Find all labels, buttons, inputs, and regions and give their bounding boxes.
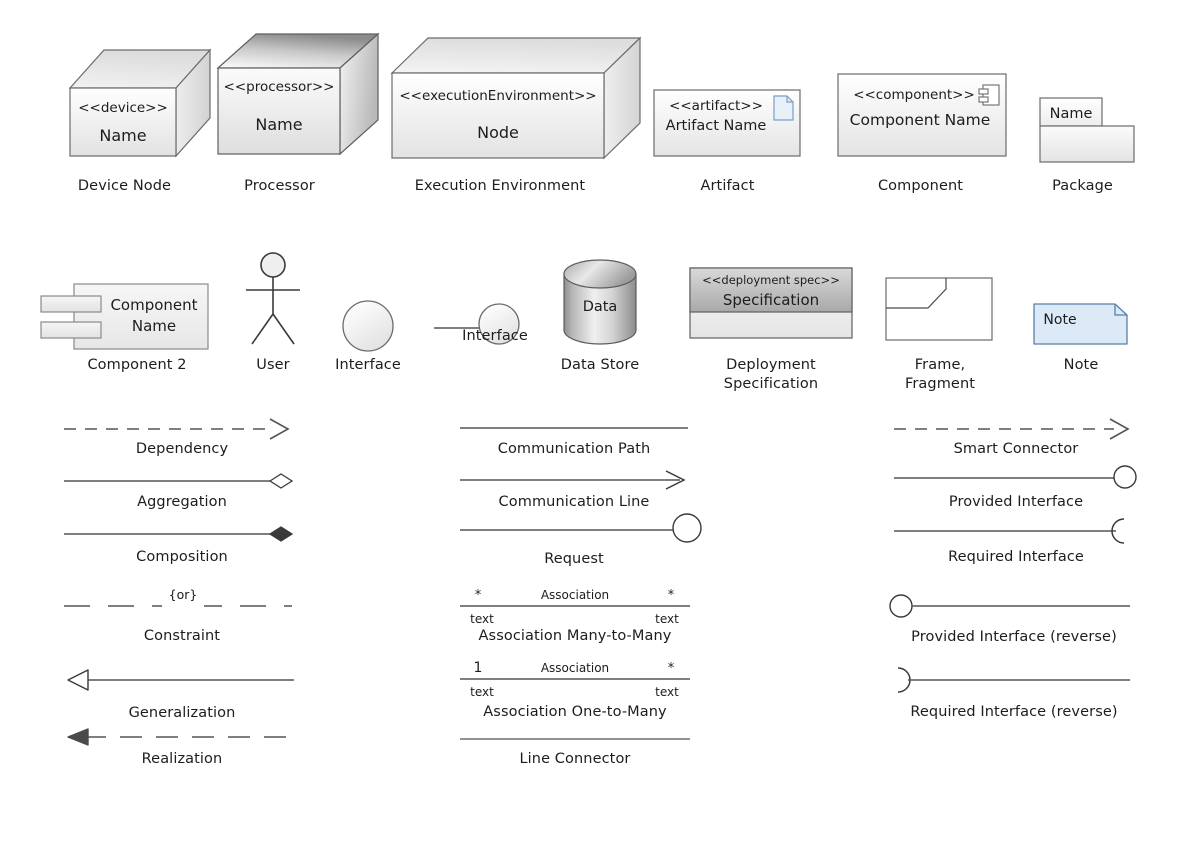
device-node-name: Name	[99, 126, 146, 145]
caption-processor: Processor	[244, 178, 315, 194]
shape-user[interactable]	[238, 252, 308, 348]
connector-required-interface[interactable]	[892, 515, 1144, 547]
uml-deployment-shapes-canvas: <<device>> Name Device Node <<processor>…	[0, 0, 1200, 846]
caption-association-one-to-many: Association One-to-Many	[483, 704, 667, 720]
connector-realization[interactable]	[62, 726, 302, 748]
processor-stereotype: <<processor>>	[224, 79, 335, 95]
caption-user: User	[256, 357, 290, 373]
artifact-stereotype: <<artifact>>	[669, 98, 763, 114]
caption-association-many-to-many: Association Many-to-Many	[478, 628, 672, 644]
shape-note[interactable]: Note	[1032, 302, 1130, 346]
constraint-label: {or}	[169, 587, 198, 602]
deployment-spec-stereotype: <<deployment spec>>	[702, 273, 840, 287]
caption-line-connector: Line Connector	[519, 751, 631, 767]
caption-aggregation: Aggregation	[137, 494, 227, 510]
caption-communication-line: Communication Line	[498, 494, 650, 510]
deployment-spec-name: Specification	[723, 291, 819, 309]
caption-component: Component	[877, 178, 964, 194]
connector-provided-interface[interactable]	[892, 462, 1144, 494]
shape-data-store[interactable]: Data	[560, 258, 644, 350]
caption-component-2: Component 2	[87, 357, 187, 373]
connector-line-connector[interactable]	[458, 733, 692, 745]
execution-environment-stereotype: <<executionEnvironment>>	[399, 88, 596, 104]
caption-dependency: Dependency	[135, 441, 229, 457]
connector-request[interactable]	[458, 512, 702, 548]
component-stereotype: <<component>>	[853, 87, 975, 103]
assoc-om-mult-left: 1	[474, 660, 483, 676]
connector-association-one-to-many[interactable]: 1 Association * text text	[458, 653, 692, 701]
caption-provided-interface-reverse: Provided Interface (reverse)	[911, 629, 1117, 645]
component-2-name-line-1: Component	[110, 296, 197, 314]
connector-provided-interface-reverse[interactable]	[888, 590, 1140, 622]
caption-realization: Realization	[141, 751, 223, 767]
assoc-mm-role-right: text	[655, 612, 679, 626]
caption-deployment-spec: Deployment Specification	[723, 357, 819, 392]
assoc-om-label: Association	[541, 661, 609, 675]
assoc-om-role-left: text	[470, 685, 494, 699]
caption-provided-interface: Provided Interface	[948, 494, 1084, 510]
shape-execution-environment[interactable]: <<executionEnvironment>> Node	[388, 28, 653, 168]
shape-artifact[interactable]: <<artifact>> Artifact Name	[652, 88, 804, 160]
connector-communication-path[interactable]	[458, 422, 690, 434]
caption-generalization: Generalization	[128, 705, 236, 721]
assoc-om-mult-right: *	[668, 661, 675, 676]
artifact-name: Artifact Name	[666, 118, 767, 134]
assoc-mm-mult-left: *	[475, 588, 482, 603]
caption-artifact: Artifact	[700, 178, 755, 194]
caption-execution-environment: Execution Environment	[414, 178, 586, 194]
execution-environment-name: Node	[477, 123, 519, 142]
connector-communication-line[interactable]	[458, 468, 690, 490]
caption-required-interface-reverse: Required Interface (reverse)	[910, 704, 1118, 720]
shape-deployment-spec[interactable]: <<deployment spec>> Specification	[688, 266, 854, 340]
component-2-name-line-2: Name	[132, 317, 176, 335]
caption-composition: Composition	[136, 549, 228, 565]
shape-component-2[interactable]: Component Name	[36, 282, 216, 354]
connector-association-many-to-many[interactable]: * Association * text text	[458, 582, 692, 630]
component-name: Component Name	[850, 111, 991, 129]
caption-smart-connector: Smart Connector	[953, 441, 1079, 457]
package-name: Name	[1050, 106, 1093, 122]
caption-required-interface: Required Interface	[948, 549, 1084, 565]
caption-constraint: Constraint	[143, 628, 221, 644]
caption-device-node: Device Node	[77, 178, 172, 194]
caption-interface-lollipop: Interface	[462, 328, 528, 344]
caption-interface-ball: Interface	[335, 357, 401, 373]
data-store-name: Data	[583, 299, 618, 315]
connector-composition[interactable]	[62, 521, 302, 543]
assoc-mm-mult-right: *	[668, 588, 675, 603]
assoc-mm-role-left: text	[470, 612, 494, 626]
note-text: Note	[1043, 312, 1076, 328]
caption-request: Request	[544, 551, 604, 567]
actor-stick-figure-icon	[246, 252, 300, 345]
processor-name: Name	[255, 115, 302, 134]
connector-constraint[interactable]: {or}	[62, 582, 302, 617]
caption-frame-fragment: Frame, Fragment	[904, 357, 976, 392]
connector-required-interface-reverse[interactable]	[888, 664, 1140, 696]
caption-package: Package	[1052, 178, 1113, 194]
shape-component[interactable]: <<component>> Component Name	[836, 72, 1008, 160]
assoc-mm-label: Association	[541, 588, 609, 602]
device-node-stereotype: <<device>>	[78, 100, 168, 116]
connector-dependency[interactable]	[62, 415, 302, 440]
document-icon	[773, 95, 794, 121]
assoc-om-role-right: text	[655, 685, 679, 699]
shape-device-node[interactable]: <<device>> Name	[62, 38, 222, 168]
shape-interface-ball[interactable]	[340, 298, 398, 356]
caption-data-store: Data Store	[560, 357, 640, 373]
caption-communication-path: Communication Path	[497, 441, 651, 457]
caption-note: Note	[1063, 357, 1099, 373]
shape-package[interactable]: Name	[1038, 96, 1148, 164]
connector-aggregation[interactable]	[62, 468, 302, 490]
connector-generalization[interactable]	[62, 668, 302, 692]
shape-frame-fragment[interactable]	[884, 276, 994, 342]
connector-smart-connector[interactable]	[892, 415, 1140, 440]
shape-processor[interactable]: <<processor>> Name	[212, 28, 387, 168]
